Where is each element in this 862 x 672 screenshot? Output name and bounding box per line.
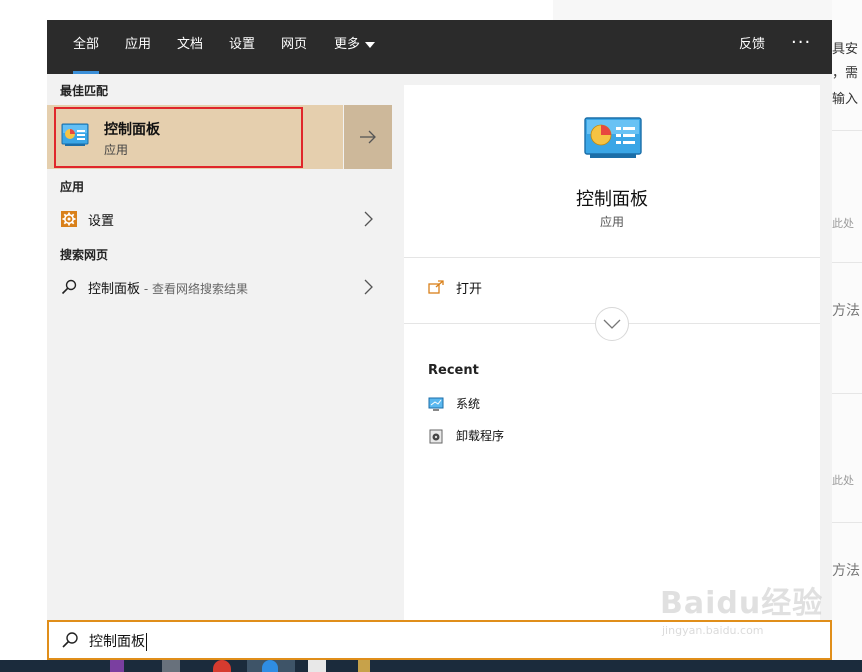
gear-icon — [61, 211, 77, 227]
feedback-button[interactable]: 反馈 — [739, 20, 765, 74]
expand-button[interactable] — [595, 307, 629, 341]
arrow-right-icon — [360, 130, 376, 144]
chevron-right-icon[interactable] — [363, 211, 373, 227]
more-options-button[interactable]: ··· — [791, 20, 811, 74]
open-icon — [428, 280, 444, 294]
app-result-label: 设置 — [88, 214, 115, 229]
divider — [404, 257, 820, 258]
open-label: 打开 — [456, 282, 483, 297]
red-highlight-box — [54, 107, 303, 168]
detail-title: 控制面板 — [576, 189, 648, 210]
recent-heading: Recent — [428, 363, 479, 378]
app-result-settings[interactable]: 设置 — [47, 202, 392, 236]
web-result-label: 控制面板 - 查看网络搜索结果 — [88, 282, 248, 297]
apps-heading: 应用 — [60, 180, 85, 194]
web-result[interactable]: 控制面板 - 查看网络搜索结果 — [47, 270, 392, 304]
search-icon — [61, 279, 77, 295]
chevron-down-icon — [365, 41, 376, 48]
recent-item-label: 系统 — [456, 397, 481, 411]
chevron-right-icon[interactable] — [363, 279, 373, 295]
taskbar-app-icon[interactable] — [308, 660, 326, 672]
taskbar-app-icon[interactable] — [162, 660, 180, 672]
bg-snippet: 输入 — [832, 92, 859, 107]
taskbar-app-icon[interactable] — [110, 660, 124, 672]
taskbar-app-icon[interactable] — [213, 660, 231, 672]
tab-documents[interactable]: 文档 — [177, 20, 203, 74]
open-details-button[interactable] — [344, 105, 392, 169]
search-window: 全部 应用 文档 设置 网页 更多 反馈 ··· 最佳匹配 控制面板 应用 应用… — [47, 20, 832, 660]
search-scope-tabs: 全部 应用 文档 设置 网页 更多 反馈 ··· — [47, 20, 832, 74]
details-pane: 控制面板 应用 打开 Recent 系统 卸载程序 — [404, 85, 820, 620]
tab-more[interactable]: 更多 — [334, 20, 376, 74]
watermark-text: Baidu经验 — [660, 586, 824, 621]
background-page-header — [553, 0, 862, 20]
taskbar — [0, 660, 862, 672]
bg-snippet: 此处 — [832, 474, 854, 487]
bg-snippet: ，需 — [832, 66, 859, 81]
bg-snippet: 具安 — [832, 42, 859, 57]
tab-all[interactable]: 全部 — [73, 20, 100, 74]
recent-item-label: 卸载程序 — [456, 429, 505, 443]
text-cursor — [146, 633, 147, 651]
detail-subtitle: 应用 — [599, 215, 624, 229]
web-search-heading: 搜索网页 — [60, 248, 109, 262]
search-icon — [62, 632, 78, 648]
monitor-icon — [428, 397, 444, 411]
chevron-down-icon — [603, 319, 621, 329]
baidu-watermark: Baidu经验 jingyan.baidu.com — [660, 578, 830, 648]
background-page-right-strip: 具安 ，需 输入 此处 方法 此处 方法 — [832, 0, 862, 660]
uninstall-icon — [429, 429, 443, 444]
web-result-hint: - 查看网络搜索结果 — [140, 282, 248, 296]
search-input[interactable]: 控制面板 — [89, 631, 147, 651]
taskbar-app-icon[interactable] — [262, 660, 278, 672]
taskbar-app-icon[interactable] — [358, 660, 370, 672]
bg-snippet: 方法 — [832, 563, 860, 579]
tab-web[interactable]: 网页 — [281, 20, 307, 74]
bg-snippet: 方法 — [832, 303, 860, 319]
watermark-url: jingyan.baidu.com — [662, 624, 764, 637]
control-panel-icon — [584, 117, 642, 158]
tab-settings[interactable]: 设置 — [229, 20, 255, 74]
bg-snippet: 此处 — [832, 217, 854, 230]
best-match-heading: 最佳匹配 — [60, 84, 109, 98]
best-match-result[interactable]: 控制面板 应用 — [47, 105, 392, 169]
results-pane: 最佳匹配 控制面板 应用 应用 设置 搜索网页 控制面板 - 查看网络搜索结果 — [47, 74, 392, 620]
tab-apps[interactable]: 应用 — [125, 20, 151, 74]
